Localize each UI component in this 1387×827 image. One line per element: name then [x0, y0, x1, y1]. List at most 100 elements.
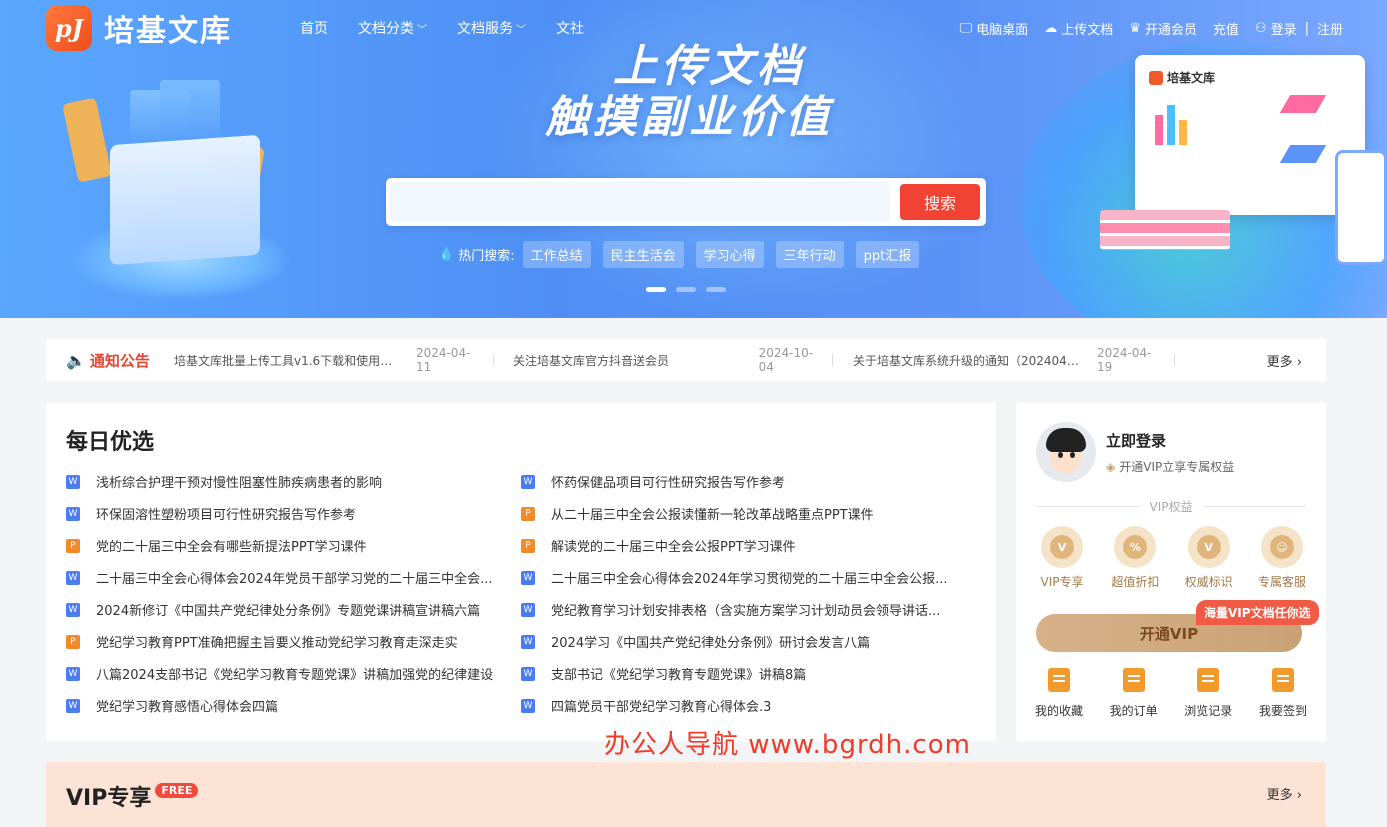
- diamond-icon: ◈: [1106, 459, 1116, 474]
- doc-item[interactable]: W 支部书记《党纪学习教育专题党课》讲稿8篇: [521, 664, 971, 683]
- user-actions: 我的收藏 我的订单 浏览记录 我要签到: [1026, 668, 1316, 719]
- browse-history[interactable]: 浏览记录: [1175, 668, 1241, 719]
- service-icon: ☺: [1269, 535, 1294, 559]
- doc-item[interactable]: W 浅析综合护理干预对慢性阻塞性肺疾病患者的影响: [66, 472, 516, 491]
- carousel-dot[interactable]: [646, 287, 666, 292]
- logo-text: 培基文库: [104, 14, 232, 49]
- doc-title: 怀药保健品项目可行性研究报告写作参考: [551, 476, 786, 491]
- doc-item[interactable]: W 党纪学习教育感悟心得体会四篇: [66, 696, 516, 715]
- word-file-icon: W: [66, 602, 80, 617]
- bar-chart-icon: [1155, 115, 1163, 145]
- slogan-line-2: 触摸副业价值: [545, 91, 833, 143]
- doc-title: 2024学习《中国共产党纪律处分条例》研讨会发言八篇: [551, 636, 871, 651]
- user-icon: ⚇: [1254, 21, 1267, 36]
- vip-exclusive-section: VIP专享 FREE 更多 ›: [46, 762, 1326, 827]
- notice-item[interactable]: 关注培基文库官方抖音送会员 2024-10-04: [513, 346, 833, 374]
- doc-item[interactable]: W 怀药保健品项目可行性研究报告写作参考: [521, 472, 971, 491]
- doc-item[interactable]: W 党纪教育学习计划安排表格（含实施方案学习计划动员会领导讲话...: [521, 600, 971, 619]
- word-file-icon: W: [521, 570, 535, 585]
- doc-item[interactable]: W 二十届三中全会心得体会2024年党员干部学习党的二十届三中全会...: [66, 568, 516, 587]
- nav-home[interactable]: 首页: [300, 18, 328, 38]
- my-favorites[interactable]: 我的收藏: [1026, 668, 1092, 719]
- word-file-icon: W: [66, 474, 80, 489]
- word-file-icon: W: [521, 666, 535, 681]
- register-link[interactable]: 注册: [1317, 19, 1343, 38]
- carousel-dot[interactable]: [676, 287, 696, 292]
- documents-illustration: [60, 60, 320, 310]
- hot-tag[interactable]: 民主生活会: [602, 241, 684, 268]
- hot-tag[interactable]: 学习心得: [695, 241, 764, 268]
- chevron-down-icon: ﹀: [417, 24, 427, 36]
- carousel-dot[interactable]: [706, 287, 726, 292]
- doc-item[interactable]: P 党的二十届三中全会有哪些新提法PPT学习课件: [66, 536, 516, 555]
- recharge-link[interactable]: 充值: [1213, 19, 1239, 38]
- word-file-icon: W: [66, 570, 80, 585]
- hero-slogan: 上传文档 触摸副业价值: [545, 41, 833, 143]
- site-logo[interactable]: pJ 培基文库: [46, 5, 232, 51]
- speaker-icon: 🔈: [66, 350, 86, 370]
- free-badge: FREE: [155, 782, 199, 798]
- login-now-link[interactable]: 立即登录: [1106, 430, 1166, 451]
- doc-item[interactable]: P 解读党的二十届三中全会公报PPT学习课件: [521, 536, 971, 555]
- main-nav: 首页 文档分类 ﹀ 文档服务 ﹀ 文社: [300, 18, 614, 38]
- ppt-file-icon: P: [66, 634, 80, 649]
- section-title: VIP专享 FREE: [66, 780, 199, 812]
- doc-title: 党纪学习教育感悟心得体会四篇: [96, 700, 279, 715]
- nav-doc-categories[interactable]: 文档分类 ﹀: [358, 18, 427, 38]
- order-icon: [1122, 668, 1145, 692]
- notice-more-link[interactable]: 更多 ›: [1267, 351, 1302, 370]
- vip-link[interactable]: ♛ 开通会员: [1129, 19, 1197, 38]
- perk-authority-badge[interactable]: V 权威标识: [1179, 526, 1239, 590]
- doc-title: 二十届三中全会心得体会2024年学习贯彻党的二十届三中全会公报...: [551, 572, 948, 587]
- perk-discount[interactable]: % 超值折扣: [1105, 526, 1165, 590]
- avatar[interactable]: [1036, 422, 1096, 482]
- desktop-link[interactable]: 🖵 电脑桌面: [960, 19, 1029, 38]
- upload-link[interactable]: ☁ 上传文档: [1044, 19, 1113, 38]
- search-button[interactable]: 搜索: [900, 184, 980, 220]
- illustration-logo: 培基文库: [1149, 69, 1215, 86]
- hot-tag[interactable]: ppt汇报: [855, 241, 920, 268]
- hot-searches: 💧 热门搜索: 工作总结 民主生活会 学习心得 三年行动 ppt汇报: [438, 241, 931, 268]
- top-right-links: 🖵 电脑桌面 ☁ 上传文档 ♛ 开通会员 充值 ⚇ 登录 | 注册: [944, 19, 1343, 38]
- bar-chart-icon: [1167, 105, 1175, 145]
- doc-item[interactable]: W 八篇2024支部书记《党纪学习教育专题党课》讲稿加强党的纪律建设: [66, 664, 516, 683]
- nav-doc-services[interactable]: 文档服务 ﹀: [457, 18, 526, 38]
- section-title: 每日优选: [66, 430, 155, 455]
- doc-title: 2024新修订《中国共产党纪律处分条例》专题党课讲稿宣讲稿六篇: [96, 604, 481, 619]
- books-illustration: [1100, 210, 1230, 250]
- watermark-text: 办公人导航 www.bgrdh.com: [604, 730, 971, 760]
- monitor-illustration: 培基文库: [1135, 55, 1365, 215]
- notice-bar: 🔈 通知公告 培基文库批量上传工具v1.6下载和使用方法 2024-04-11 关注…: [46, 338, 1326, 382]
- calendar-check-icon: [1271, 668, 1294, 692]
- notice-title: 🔈 通知公告: [66, 350, 150, 370]
- doc-item[interactable]: P 从二十届三中全会公报读懂新一轮改革战略重点PPT课件: [521, 504, 971, 523]
- hot-tag[interactable]: 三年行动: [775, 241, 844, 268]
- flame-icon: 💧: [438, 247, 455, 262]
- doc-item[interactable]: W 2024新修订《中国共产党纪律处分条例》专题党课讲稿宣讲稿六篇: [66, 600, 516, 619]
- doc-item[interactable]: W 环保固溶性塑粉项目可行性研究报告写作参考: [66, 504, 516, 523]
- doc-item[interactable]: W 2024学习《中国共产党纪律处分条例》研讨会发言八篇: [521, 632, 971, 651]
- ppt-file-icon: P: [66, 538, 80, 553]
- bar-chart-icon: [1179, 120, 1187, 145]
- my-orders[interactable]: 我的订单: [1101, 668, 1167, 719]
- vip-more-link[interactable]: 更多 ›: [1267, 784, 1302, 803]
- doc-title: 八篇2024支部书记《党纪学习教育专题党课》讲稿加强党的纪律建设: [96, 668, 494, 683]
- vip-divider: VIP权益: [1036, 498, 1306, 515]
- notice-item[interactable]: 培基文库批量上传工具v1.6下载和使用方法 2024-04-11: [174, 346, 494, 374]
- doc-item[interactable]: W 四篇党员干部党纪学习教育心得体会.3: [521, 696, 971, 715]
- hot-tag[interactable]: 工作总结: [522, 241, 591, 268]
- nav-community[interactable]: 文社: [556, 18, 584, 38]
- word-file-icon: W: [521, 474, 535, 489]
- perk-customer-service[interactable]: ☺ 专属客服: [1252, 526, 1312, 590]
- doc-item[interactable]: P 党纪学习教育PPT准确把握主旨要义推动党纪学习教育走深走实: [66, 632, 516, 651]
- history-icon: [1197, 668, 1220, 692]
- search-box: 搜索: [386, 178, 986, 226]
- search-input[interactable]: [390, 182, 890, 222]
- notice-item[interactable]: 关于培基文库系统升级的通知（2024040... 2024-04-19: [853, 346, 1175, 374]
- login-link[interactable]: ⚇ 登录: [1255, 19, 1297, 38]
- perk-vip-exclusive[interactable]: V VIP专享: [1032, 526, 1092, 590]
- daily-checkin[interactable]: 我要签到: [1250, 668, 1316, 719]
- chevron-right-icon: ›: [1296, 788, 1302, 803]
- vip-benefit-hint: ◈ 开通VIP立享专属权益: [1106, 459, 1235, 475]
- doc-item[interactable]: W 二十届三中全会心得体会2024年学习贯彻党的二十届三中全会公报...: [521, 568, 971, 587]
